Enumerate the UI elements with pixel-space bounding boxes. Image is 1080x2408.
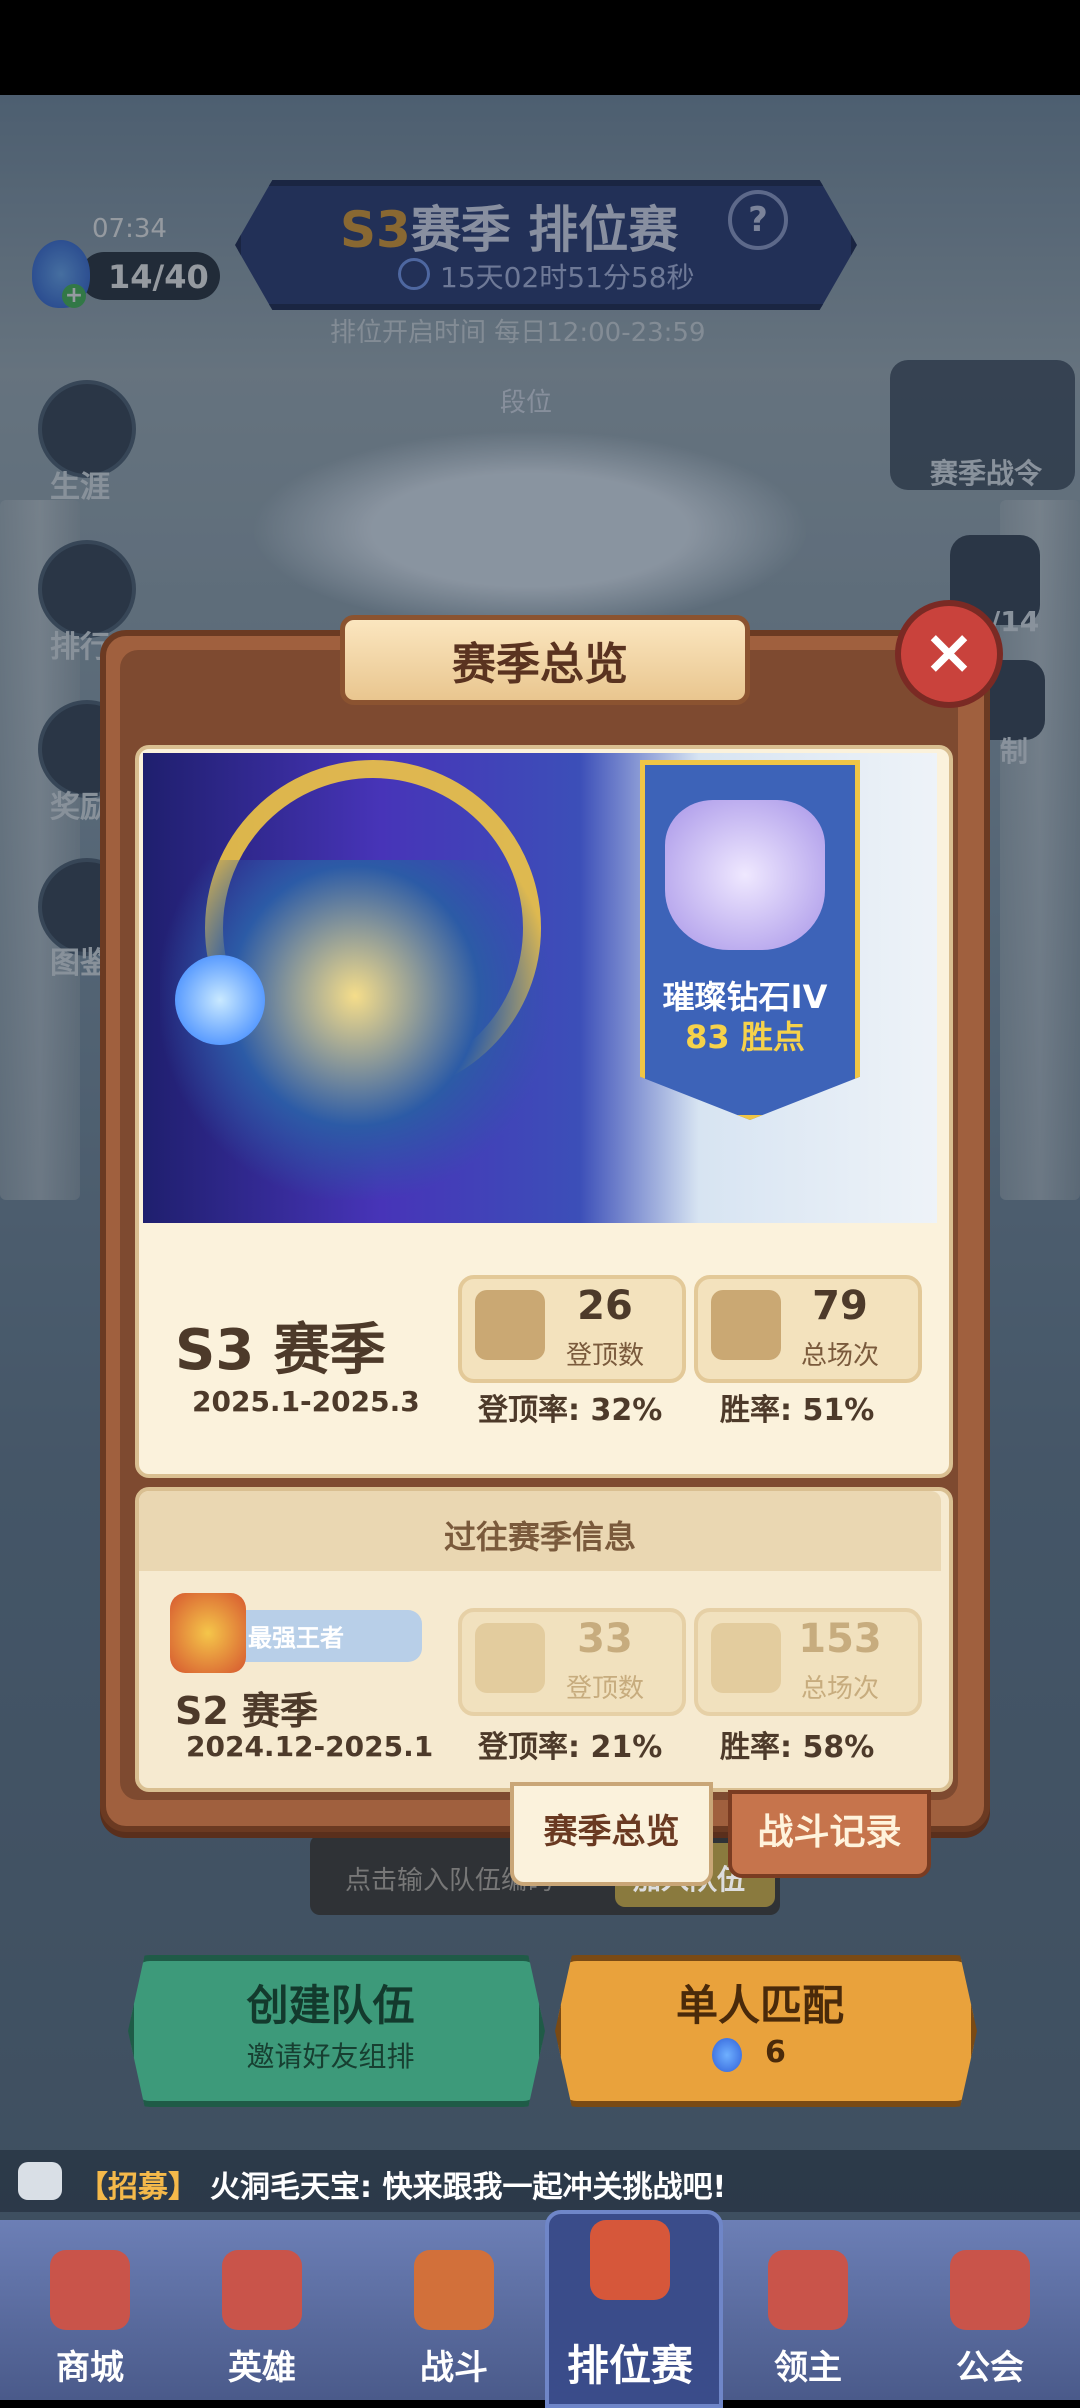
tab-battle-record[interactable]: 战斗记录 (728, 1790, 931, 1878)
nav-shop[interactable]: 商城 (10, 2340, 170, 2389)
lord-icon[interactable] (768, 2250, 848, 2330)
past-tops-label: 登顶数 (565, 1674, 644, 1704)
tab-season-overview[interactable]: 赛季总览 (510, 1782, 713, 1886)
nav-heroes[interactable]: 英雄 (182, 2340, 342, 2389)
chat-tag: 【招募】 (78, 2170, 198, 2205)
past-total-label: 总场次 (800, 1674, 879, 1704)
rank-points: 83 胜点 (685, 1018, 805, 1056)
create-team-sublabel: 邀请好友组排 (246, 2040, 415, 2073)
modal-title: 赛季总览 (452, 639, 628, 690)
nav-battle[interactable]: 战斗 (374, 2340, 534, 2389)
tops-value: 26 (577, 1283, 633, 1329)
past-top-rate: 登顶率: 21% (478, 1730, 663, 1765)
crossed-swords-icon (711, 1290, 781, 1360)
top-rate: 登顶率: 32% (478, 1393, 663, 1428)
past-season-dates: 2024.12-2025.1 (186, 1730, 434, 1763)
trophy-icon (475, 1290, 545, 1360)
total-value: 79 (812, 1283, 868, 1329)
hero-orb (175, 955, 265, 1045)
energy-flame-icon (712, 2038, 742, 2072)
solo-match-cost: 6 (765, 2035, 786, 2070)
past-season-title: 过往赛季信息 (443, 1518, 636, 1556)
past-win-rate: 胜率: 58% (720, 1730, 875, 1765)
create-team-label: 创建队伍 (246, 1981, 415, 2030)
past-tops-value: 33 (577, 1616, 633, 1662)
current-season-dates: 2025.1-2025.3 (192, 1385, 420, 1418)
trophy-icon (475, 1623, 545, 1693)
hero-icon[interactable] (222, 2250, 302, 2330)
nav-lord[interactable]: 领主 (728, 2340, 888, 2389)
diamond-rank-icon (665, 800, 825, 950)
nav-guild[interactable]: 公会 (910, 2340, 1070, 2389)
total-label: 总场次 (800, 1341, 879, 1371)
past-rank-name: 最强王者 (248, 1624, 344, 1652)
ranked-icon[interactable] (590, 2220, 670, 2300)
tops-label: 登顶数 (565, 1341, 644, 1371)
crossed-swords-icon (711, 1623, 781, 1693)
win-rate: 胜率: 51% (720, 1393, 875, 1428)
chat-bubble-icon[interactable] (18, 2162, 62, 2200)
close-button[interactable]: × (895, 600, 1003, 708)
shop-icon[interactable] (50, 2250, 130, 2330)
solo-match-label: 单人匹配 (675, 1981, 844, 2030)
crown-icon (170, 1593, 246, 1673)
guild-icon[interactable] (950, 2250, 1030, 2330)
status-bar (0, 0, 1080, 95)
past-season-name: S2 赛季 (175, 1689, 319, 1733)
chat-message: 火洞毛天宝: 快来跟我一起冲关挑战吧! (210, 2170, 727, 2205)
battle-icon[interactable] (414, 2250, 494, 2330)
nav-ranked[interactable]: 排位赛 (550, 2332, 710, 2393)
current-season-name: S3 赛季 (175, 1318, 386, 1383)
past-total-value: 153 (798, 1616, 882, 1662)
